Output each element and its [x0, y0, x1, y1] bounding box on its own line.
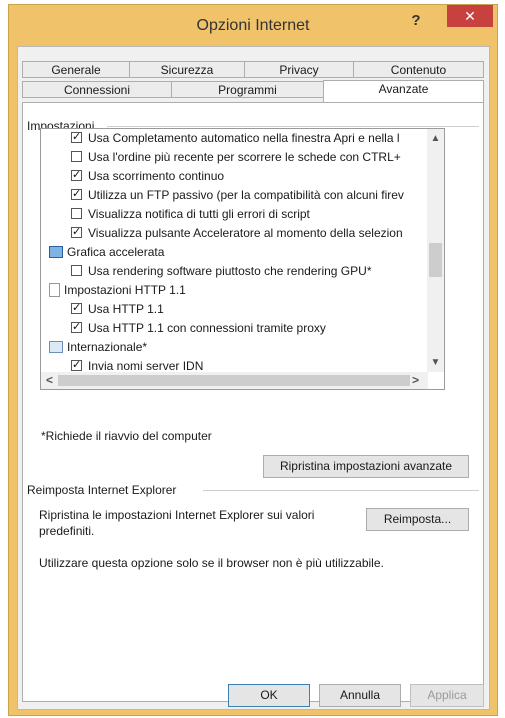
checkbox-checked[interactable]: ✓: [71, 227, 82, 239]
tab-contenuto[interactable]: Contenuto: [353, 61, 484, 78]
setting-label: Invia nomi server IDN: [88, 359, 204, 373]
setting-item[interactable]: ✓ Usa scorrimento continuo: [71, 167, 224, 186]
scroll-down-icon[interactable]: ▼: [427, 357, 444, 368]
dialog-client-area: Generale Sicurezza Privacy Contenuto Con…: [17, 46, 490, 710]
globe-icon: [49, 340, 63, 353]
setting-item[interactable]: ✓ Usa Completamento automatico nella fine…: [71, 129, 400, 148]
reset-button[interactable]: Reimposta...: [366, 508, 469, 531]
category-label: Impostazioni HTTP 1.1: [64, 283, 186, 297]
setting-item[interactable]: ✓ Usa HTTP 1.1: [71, 300, 164, 319]
checkbox-checked[interactable]: ✓: [71, 189, 82, 201]
apply-button[interactable]: Applica: [410, 684, 484, 707]
tab-privacy[interactable]: Privacy: [244, 61, 354, 78]
setting-label: Usa HTTP 1.1: [88, 302, 164, 316]
vertical-scrollbar[interactable]: ▲ ▼: [427, 129, 444, 372]
tab-sicurezza[interactable]: Sicurezza: [129, 61, 245, 78]
setting-label: Usa Completamento automatico nella fines…: [88, 131, 400, 145]
setting-label: Visualizza notifica di tutti gli errori …: [88, 207, 310, 221]
setting-label: Usa l'ordine più recente per scorrere le…: [88, 150, 401, 164]
setting-label: Utilizza un FTP passivo (per la compatib…: [88, 188, 404, 202]
setting-item[interactable]: ✓ Usa HTTP 1.1 con connessioni tramite pr…: [71, 319, 326, 338]
monitor-icon: [49, 245, 63, 258]
checkbox-unchecked[interactable]: [71, 151, 82, 163]
close-icon: ✕: [464, 8, 476, 24]
checkbox-checked[interactable]: ✓: [71, 303, 82, 315]
checkbox-checked[interactable]: ✓: [71, 360, 82, 372]
tab-generale[interactable]: Generale: [22, 61, 130, 78]
checkbox-unchecked[interactable]: [71, 265, 82, 277]
reset-group-divider: [203, 490, 479, 491]
reset-description: Ripristina le impostazioni Internet Expl…: [39, 508, 315, 538]
category-row: Internazionale*: [49, 338, 147, 357]
checkbox-checked[interactable]: ✓: [71, 170, 82, 182]
setting-item[interactable]: Usa rendering software piuttosto che ren…: [71, 262, 371, 281]
setting-label: Visualizza pulsante Acceleratore al mome…: [88, 226, 403, 240]
advanced-tab-panel: Impostazioni ✓ Usa Completamento automati…: [22, 102, 484, 702]
title-bar[interactable]: Opzioni Internet ? ✕: [9, 5, 497, 45]
tab-programmi[interactable]: Programmi: [171, 81, 324, 98]
horizontal-scroll-thumb[interactable]: [58, 375, 410, 386]
setting-item[interactable]: ✓ Utilizza un FTP passivo (per la compati…: [71, 186, 404, 205]
category-row: Impostazioni HTTP 1.1: [49, 281, 186, 300]
setting-label: Usa HTTP 1.1 con connessioni tramite pro…: [88, 321, 326, 335]
settings-group-divider: [107, 126, 479, 127]
checkbox-unchecked[interactable]: [71, 208, 82, 220]
reset-note: Utilizzare questa opzione solo se il bro…: [39, 556, 384, 570]
checkbox-checked[interactable]: ✓: [71, 322, 82, 334]
scroll-up-icon[interactable]: ▲: [427, 133, 444, 144]
setting-item[interactable]: Visualizza notifica di tutti gli errori …: [71, 205, 310, 224]
tab-avanzate[interactable]: Avanzate: [323, 80, 484, 102]
restore-advanced-settings-button[interactable]: Ripristina impostazioni avanzate: [263, 455, 469, 478]
setting-item[interactable]: Usa l'ordine più recente per scorrere le…: [71, 148, 401, 167]
close-button[interactable]: ✕: [447, 5, 493, 27]
setting-label: Usa rendering software piuttosto che ren…: [88, 264, 372, 278]
scroll-right-icon[interactable]: >: [407, 373, 424, 387]
checkbox-checked[interactable]: ✓: [71, 132, 82, 144]
category-row: Grafica accelerata: [49, 243, 164, 262]
tab-connessioni[interactable]: Connessioni: [22, 81, 172, 98]
category-label: Internazionale*: [67, 340, 148, 354]
category-label: Grafica accelerata: [67, 245, 165, 259]
cancel-button[interactable]: Annulla: [319, 684, 401, 707]
help-button[interactable]: ?: [402, 11, 430, 31]
horizontal-scrollbar[interactable]: < >: [41, 372, 428, 389]
scroll-left-icon[interactable]: <: [41, 373, 58, 387]
setting-label: Usa scorrimento continuo: [88, 169, 225, 183]
advanced-settings-list[interactable]: ✓ Usa Completamento automatico nella fine…: [40, 128, 445, 390]
vertical-scroll-thumb[interactable]: [429, 243, 442, 277]
restart-note: *Richiede il riavvio del computer: [41, 429, 212, 443]
internet-options-window: Opzioni Internet ? ✕ Generale Sicurezza …: [8, 4, 498, 716]
reset-group-label: Reimposta Internet Explorer: [25, 483, 179, 497]
setting-item[interactable]: ✓ Visualizza pulsante Acceleratore al mom…: [71, 224, 403, 243]
page-icon: [49, 282, 60, 297]
ok-button[interactable]: OK: [228, 684, 310, 707]
